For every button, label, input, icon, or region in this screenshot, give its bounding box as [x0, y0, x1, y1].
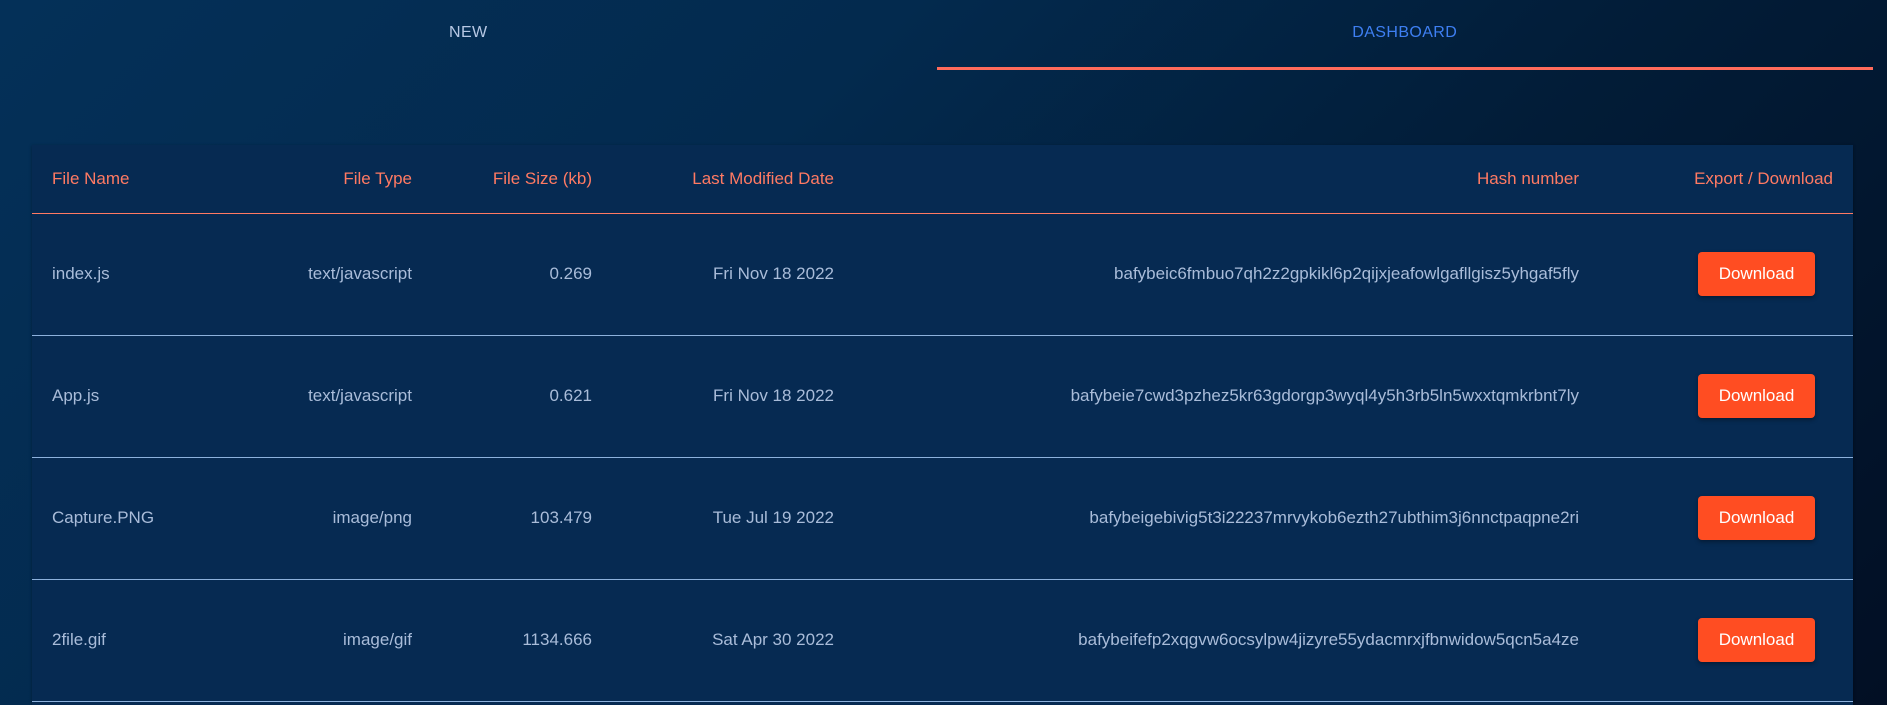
cell-hash: bafybeic6fmbuo7qh2z2gpkikl6p2qijxjeafowl… [854, 213, 1599, 336]
cell-export: Download [1599, 579, 1853, 702]
download-button[interactable]: Download [1698, 252, 1815, 296]
download-button[interactable]: Download [1698, 374, 1815, 418]
download-button[interactable]: Download [1698, 496, 1815, 540]
header-last-modified: Last Modified Date [612, 145, 854, 214]
cell-file-type: text/javascript [222, 335, 432, 458]
header-file-type: File Type [222, 145, 432, 214]
table-row: Capture.PNG image/png 103.479 Tue Jul 19… [32, 457, 1853, 580]
tab-bar: NEW DASHBOARD [0, 0, 1873, 72]
tab-new[interactable]: NEW [0, 0, 937, 72]
files-table: File Name File Type File Size (kb) Last … [32, 145, 1853, 702]
cell-last-modified: Tue Jul 19 2022 [612, 457, 854, 580]
cell-last-modified: Fri Nov 18 2022 [612, 335, 854, 458]
cell-export: Download [1599, 457, 1853, 580]
cell-file-name: App.js [32, 335, 222, 458]
table-row: 2file.gif image/gif 1134.666 Sat Apr 30 … [32, 579, 1853, 702]
download-button[interactable]: Download [1698, 618, 1815, 662]
cell-last-modified: Fri Nov 18 2022 [612, 213, 854, 336]
header-file-size: File Size (kb) [432, 145, 612, 214]
table-row: App.js text/javascript 0.621 Fri Nov 18 … [32, 335, 1853, 458]
cell-file-type: image/png [222, 457, 432, 580]
tab-dashboard[interactable]: DASHBOARD [936, 0, 1874, 72]
cell-file-name: 2file.gif [32, 579, 222, 702]
table-row: index.js text/javascript 0.269 Fri Nov 1… [32, 213, 1853, 336]
cell-hash: bafybeifefp2xqgvw6ocsylpw4jizyre55ydacmr… [854, 579, 1599, 702]
header-hash: Hash number [854, 145, 1599, 214]
cell-file-type: image/gif [222, 579, 432, 702]
cell-export: Download [1599, 335, 1853, 458]
cell-last-modified: Sat Apr 30 2022 [612, 579, 854, 702]
cell-file-type: text/javascript [222, 213, 432, 336]
cell-file-size: 103.479 [432, 457, 612, 580]
table-header-row: File Name File Type File Size (kb) Last … [32, 145, 1853, 214]
header-file-name: File Name [32, 145, 222, 214]
cell-hash: bafybeie7cwd3pzhez5kr63gdorgp3wyql4y5h3r… [854, 335, 1599, 458]
cell-file-size: 0.621 [432, 335, 612, 458]
header-export: Export / Download [1599, 145, 1853, 214]
cell-file-size: 1134.666 [432, 579, 612, 702]
cell-hash: bafybeigebivig5t3i22237mrvykob6ezth27ubt… [854, 457, 1599, 580]
cell-export: Download [1599, 213, 1853, 336]
cell-file-name: Capture.PNG [32, 457, 222, 580]
files-table-card: File Name File Type File Size (kb) Last … [32, 145, 1853, 705]
cell-file-size: 0.269 [432, 213, 612, 336]
cell-file-name: index.js [32, 213, 222, 336]
